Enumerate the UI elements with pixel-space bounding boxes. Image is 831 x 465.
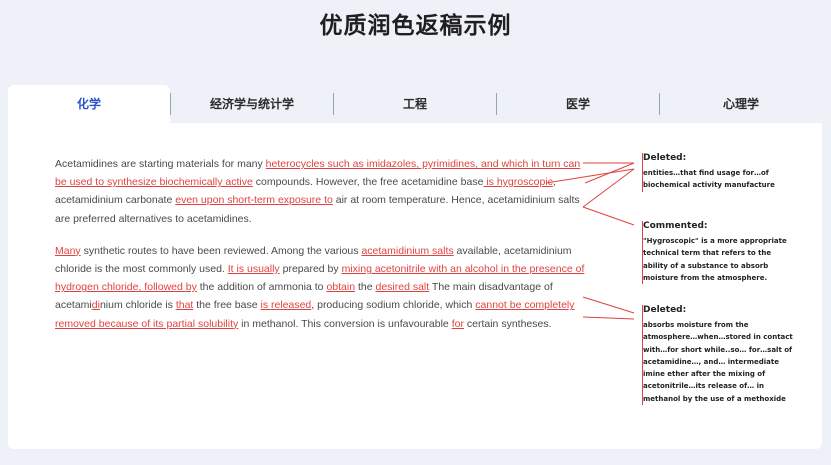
note-body: entities…that find usage for…of biochemi… <box>643 169 775 190</box>
note-body: "Hygroscopic" is a more appropriate tech… <box>643 237 787 282</box>
tab-engineering[interactable]: 工程 <box>334 85 496 123</box>
tab-psychology[interactable]: 心理学 <box>660 85 822 123</box>
edited-text-span[interactable]: even upon short-term exposure to <box>175 194 333 206</box>
tab-medicine[interactable]: 医学 <box>497 85 659 123</box>
page-title: 优质润色返稿示例 <box>319 13 512 39</box>
edited-text-span[interactable]: It is usually <box>228 263 280 275</box>
edited-text-span[interactable]: Many <box>55 245 81 257</box>
text-span: compounds. However, the free acetamidine… <box>252 176 484 189</box>
edited-text-span[interactable]: is released <box>260 299 311 311</box>
text-span: synthetic routes to have been reviewed. … <box>80 244 362 257</box>
note-commented: Commented: "Hygroscopic" is a more appro… <box>642 221 793 285</box>
text-span: prepared by <box>279 263 342 276</box>
edited-text-span[interactable]: desired salt <box>375 281 429 293</box>
note-heading: Commented: <box>643 221 708 231</box>
note-heading: Deleted: <box>643 153 687 163</box>
tab-economics-statistics[interactable]: 经济学与统计学 <box>171 85 333 123</box>
text-span: nium chloride is <box>99 299 176 312</box>
edited-text-span[interactable]: acetamidinium salts <box>361 245 453 257</box>
example-card: 化学 经济学与统计学 工程 医学 心理学 Acetamidines are st… <box>8 85 822 449</box>
subject-tabs: 化学 经济学与统计学 工程 医学 心理学 <box>8 85 822 123</box>
edited-text-span[interactable]: for <box>452 318 464 330</box>
text-span: certain syntheses. <box>463 317 552 330</box>
note-deleted-2: Deleted: absorbs moisture from the atmos… <box>642 305 793 406</box>
edited-text-span[interactable]: di <box>92 299 100 311</box>
paragraph-1: Acetamidines are starting materials for … <box>55 155 585 228</box>
edited-text-span[interactable]: that <box>176 299 194 311</box>
text-span: Acetamidines are starting materials for … <box>55 158 266 170</box>
note-heading: Deleted: <box>643 305 687 315</box>
text-span: the <box>355 281 376 294</box>
note-body: absorbs moisture from the atmosphere…whe… <box>643 321 793 403</box>
text-span: the free base <box>193 299 261 312</box>
note-deleted-1: Deleted: entities…that find usage for…of… <box>642 153 793 192</box>
text-span: , producing sodium chloride, which <box>311 299 476 312</box>
edited-text-span[interactable]: obtain <box>326 281 355 293</box>
edited-manuscript-text: Acetamidines are starting materials for … <box>55 155 585 347</box>
tab-chemistry[interactable]: 化学 <box>8 85 170 123</box>
text-span: in methanol. This conversion is unfavour… <box>238 317 452 330</box>
text-span: the addition of ammonia to <box>196 281 327 294</box>
paragraph-2: Many synthetic routes to have been revie… <box>55 242 585 333</box>
edited-text-span[interactable]: is hygroscopic <box>483 176 553 188</box>
